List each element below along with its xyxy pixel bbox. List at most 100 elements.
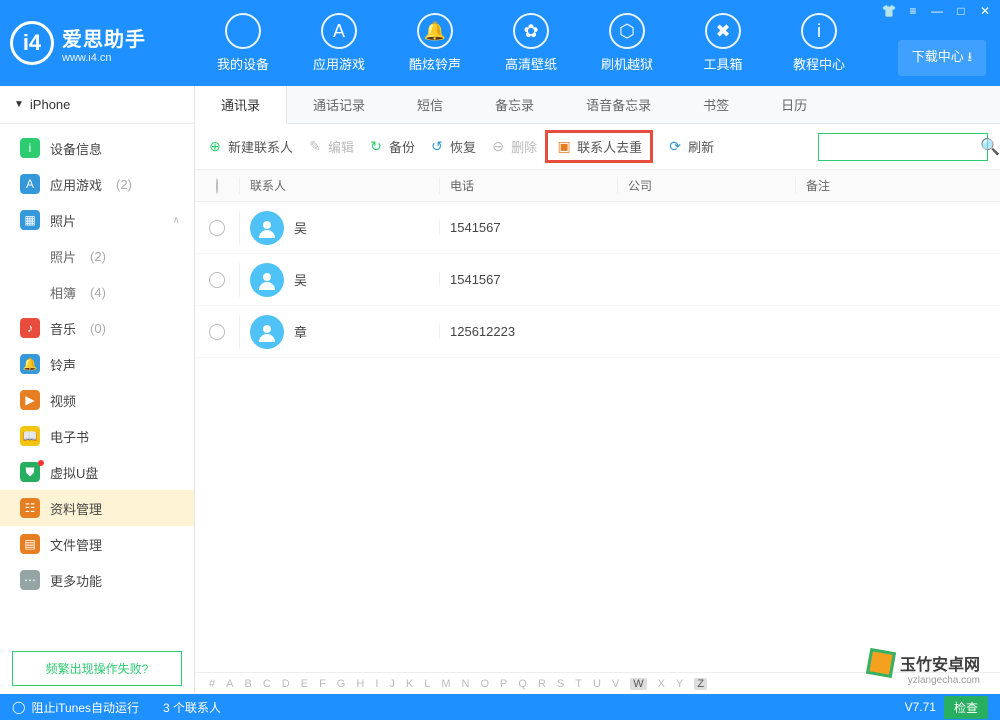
- col-name[interactable]: 联系人: [239, 177, 439, 194]
- watermark-sub: yzlangecha.com: [908, 675, 980, 686]
- skin-icon[interactable]: 👕: [880, 4, 898, 18]
- tab-0[interactable]: 通讯录: [195, 86, 287, 124]
- check-button[interactable]: 检查: [944, 696, 988, 719]
- watermark-icon: [866, 648, 896, 678]
- menu-icon[interactable]: ≡: [904, 4, 922, 18]
- alpha-N[interactable]: N: [462, 678, 470, 690]
- tab-3[interactable]: 备忘录: [469, 86, 560, 123]
- toolbar: ⊕新建联系人 ✎编辑 ↻备份 ↺恢复 ⊖删除 ▣联系人去重 ⟳刷新 🔍: [195, 124, 1000, 170]
- watermark: 玉竹安卓网 yzlangecha.com: [868, 650, 980, 676]
- alpha-J[interactable]: J: [389, 678, 395, 690]
- row-checkbox[interactable]: [209, 220, 225, 236]
- sidebar-item-12[interactable]: ⋯更多功能: [0, 562, 194, 598]
- sidebar: ▼ iPhone i设备信息A应用游戏(2)▦照片∧照片(2)相簿(4)♪音乐(…: [0, 86, 195, 694]
- highlight-box: ▣联系人去重: [545, 130, 653, 163]
- search-box[interactable]: 🔍: [818, 133, 988, 161]
- alpha-T[interactable]: T: [575, 678, 582, 690]
- sidebar-item-8[interactable]: 📖电子书: [0, 418, 194, 454]
- itunes-toggle[interactable]: ◯阻止iTunes自动运行: [12, 699, 139, 716]
- col-phone[interactable]: 电话: [439, 177, 617, 194]
- alpha-C[interactable]: C: [263, 678, 271, 690]
- maximize-icon[interactable]: □: [952, 4, 970, 18]
- search-icon[interactable]: 🔍: [980, 137, 1000, 157]
- new-contact-button[interactable]: ⊕新建联系人: [207, 137, 293, 156]
- close-icon[interactable]: ✕: [976, 4, 994, 18]
- alpha-#[interactable]: #: [209, 678, 215, 690]
- alpha-E[interactable]: E: [301, 678, 308, 690]
- topnav-4[interactable]: ⬡刷机越狱: [579, 13, 675, 73]
- alpha-Y[interactable]: Y: [676, 678, 683, 690]
- tab-1[interactable]: 通话记录: [287, 86, 391, 123]
- alpha-L[interactable]: L: [424, 678, 430, 690]
- search-input[interactable]: [825, 140, 980, 154]
- alpha-Q[interactable]: Q: [518, 678, 527, 690]
- sidebar-item-3[interactable]: 照片(2): [0, 238, 194, 274]
- table-row[interactable]: 吴1541567: [195, 254, 1000, 306]
- col-note[interactable]: 备注: [795, 177, 1000, 194]
- tab-6[interactable]: 日历: [755, 86, 833, 123]
- row-checkbox[interactable]: [209, 272, 225, 288]
- topnav-icon: 🔔: [417, 13, 453, 49]
- alpha-H[interactable]: H: [356, 678, 364, 690]
- alpha-W[interactable]: W: [630, 678, 646, 690]
- col-company[interactable]: 公司: [617, 177, 795, 194]
- status-bar: ◯阻止iTunes自动运行 3 个联系人 V7.71 检查: [0, 694, 1000, 720]
- alpha-M[interactable]: M: [441, 678, 450, 690]
- restore-button[interactable]: ↺恢复: [429, 137, 476, 156]
- select-all-checkbox[interactable]: [216, 178, 218, 194]
- alpha-B[interactable]: B: [244, 678, 251, 690]
- topnav-0[interactable]: 我的设备: [195, 13, 291, 73]
- topnav-6[interactable]: i教程中心: [771, 13, 867, 73]
- sidebar-item-7[interactable]: ▶视频: [0, 382, 194, 418]
- alpha-R[interactable]: R: [538, 678, 546, 690]
- table-row[interactable]: 吴1541567: [195, 202, 1000, 254]
- plus-icon: ⊕: [207, 139, 223, 155]
- minimize-icon[interactable]: —: [928, 4, 946, 18]
- edit-button[interactable]: ✎编辑: [307, 137, 354, 156]
- alpha-I[interactable]: I: [375, 678, 378, 690]
- alpha-S[interactable]: S: [557, 678, 564, 690]
- version-label: V7.71: [905, 700, 936, 714]
- sidebar-item-10[interactable]: ☷资料管理: [0, 490, 194, 526]
- device-header[interactable]: ▼ iPhone: [0, 86, 194, 124]
- sidebar-item-11[interactable]: ▤文件管理: [0, 526, 194, 562]
- status-count: 3 个联系人: [139, 699, 905, 716]
- dedup-icon: ▣: [556, 139, 572, 155]
- sidebar-item-2[interactable]: ▦照片∧: [0, 202, 194, 238]
- refresh-button[interactable]: ⟳刷新: [667, 137, 714, 156]
- topnav-5[interactable]: ✖工具箱: [675, 13, 771, 73]
- download-center-button[interactable]: 下载中心 ⭳: [898, 40, 986, 76]
- alpha-X[interactable]: X: [658, 678, 665, 690]
- tab-4[interactable]: 语音备忘录: [560, 86, 677, 123]
- alpha-P[interactable]: P: [500, 678, 507, 690]
- alpha-F[interactable]: F: [319, 678, 326, 690]
- sidebar-item-6[interactable]: 🔔铃声: [0, 346, 194, 382]
- alpha-O[interactable]: O: [480, 678, 489, 690]
- topnav-icon: [225, 13, 261, 49]
- help-link[interactable]: 频繁出现操作失败?: [12, 651, 182, 686]
- alpha-U[interactable]: U: [593, 678, 601, 690]
- sidebar-item-4[interactable]: 相簿(4): [0, 274, 194, 310]
- topnav-2[interactable]: 🔔酷炫铃声: [387, 13, 483, 73]
- row-checkbox[interactable]: [209, 324, 225, 340]
- alpha-G[interactable]: G: [337, 678, 346, 690]
- alpha-A[interactable]: A: [226, 678, 233, 690]
- sidebar-icon: ▤: [20, 534, 40, 554]
- sidebar-item-9[interactable]: ⛊虚拟U盘: [0, 454, 194, 490]
- dedup-button[interactable]: ▣联系人去重: [556, 137, 642, 156]
- alpha-V[interactable]: V: [612, 678, 619, 690]
- alpha-D[interactable]: D: [282, 678, 290, 690]
- tab-5[interactable]: 书签: [677, 86, 755, 123]
- brand-name: 爱思助手: [62, 23, 146, 52]
- sidebar-item-1[interactable]: A应用游戏(2): [0, 166, 194, 202]
- alpha-Z[interactable]: Z: [694, 678, 707, 690]
- table-row[interactable]: 章125612223: [195, 306, 1000, 358]
- tab-2[interactable]: 短信: [391, 86, 469, 123]
- backup-button[interactable]: ↻备份: [368, 137, 415, 156]
- alpha-K[interactable]: K: [406, 678, 413, 690]
- topnav-1[interactable]: A应用游戏: [291, 13, 387, 73]
- delete-button[interactable]: ⊖删除: [490, 137, 537, 156]
- sidebar-item-0[interactable]: i设备信息: [0, 130, 194, 166]
- sidebar-item-5[interactable]: ♪音乐(0): [0, 310, 194, 346]
- topnav-3[interactable]: ✿高清壁纸: [483, 13, 579, 73]
